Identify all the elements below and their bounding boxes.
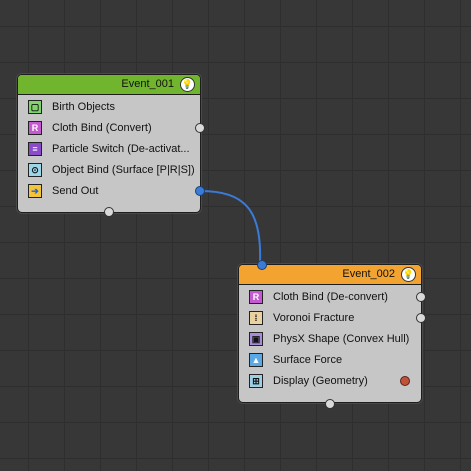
operator-birth-objects[interactable]: ▢ Birth Objects — [28, 98, 198, 117]
particle-switch-icon: ≡ — [28, 142, 42, 156]
event-header[interactable]: Event_001 💡 — [18, 75, 200, 95]
operator-label: Particle Switch (De-activat... — [52, 143, 190, 155]
physx-shape-icon: ▣ — [249, 332, 263, 346]
surface-force-icon: ▲ — [249, 353, 263, 367]
input-port-top[interactable] — [257, 260, 267, 270]
object-bind-icon: ⊙ — [28, 163, 42, 177]
lightbulb-icon[interactable]: 💡 — [180, 77, 195, 92]
operator-voronoi-fracture[interactable]: ⁞ Voronoi Fracture — [249, 309, 419, 328]
birth-objects-icon: ▢ — [28, 100, 42, 114]
input-port-bottom[interactable] — [325, 399, 335, 409]
operator-label: PhysX Shape (Convex Hull) — [273, 333, 410, 345]
display-geometry-icon: ⊞ — [249, 374, 263, 388]
input-port-bottom[interactable] — [104, 207, 114, 217]
operator-label: Voronoi Fracture — [273, 312, 355, 324]
cloth-bind-icon: R — [249, 290, 263, 304]
event-title: Event_001 — [121, 78, 174, 90]
display-color-swatch[interactable] — [400, 376, 410, 386]
voronoi-fracture-icon: ⁞ — [249, 311, 263, 325]
operator-label: Birth Objects — [52, 101, 115, 113]
operator-cloth-bind[interactable]: R Cloth Bind (Convert) — [28, 119, 198, 138]
operator-label: Cloth Bind (De-convert) — [273, 291, 388, 303]
event-header[interactable]: Event_002 💡 — [239, 265, 421, 285]
event-title: Event_002 — [342, 268, 395, 280]
cloth-bind-icon: R — [28, 121, 42, 135]
operator-surface-force[interactable]: ▲ Surface Force — [249, 351, 419, 370]
operator-object-bind[interactable]: ⊙ Object Bind (Surface [P|R|S]) — [28, 161, 198, 180]
lightbulb-icon[interactable]: 💡 — [401, 267, 416, 282]
operator-label: Send Out — [52, 185, 99, 197]
operator-physx-shape[interactable]: ▣ PhysX Shape (Convex Hull) — [249, 330, 419, 349]
operator-label: Object Bind (Surface [P|R|S]) — [52, 164, 195, 176]
event-connection-wire — [199, 190, 262, 264]
operator-label: Display (Geometry) — [273, 375, 368, 387]
operator-display-geometry[interactable]: ⊞ Display (Geometry) — [249, 372, 419, 391]
operator-send-out[interactable]: ➔ Send Out — [28, 182, 198, 201]
output-port-voronoi-fracture[interactable] — [416, 313, 426, 323]
event-node-event-001[interactable]: Event_001 💡 ▢ Birth Objects R Cloth Bind… — [17, 74, 205, 217]
operator-cloth-bind-deconvert[interactable]: R Cloth Bind (De-convert) — [249, 288, 419, 307]
output-port-cloth-bind[interactable] — [416, 292, 426, 302]
send-out-icon: ➔ — [28, 184, 42, 198]
output-port-send-out[interactable] — [195, 186, 205, 196]
operator-label: Cloth Bind (Convert) — [52, 122, 152, 134]
event-node-event-002[interactable]: Event_002 💡 R Cloth Bind (De-convert) ⁞ … — [238, 260, 426, 409]
output-port-cloth-bind[interactable] — [195, 123, 205, 133]
operator-label: Surface Force — [273, 354, 343, 366]
operator-particle-switch[interactable]: ≡ Particle Switch (De-activat... — [28, 140, 198, 159]
